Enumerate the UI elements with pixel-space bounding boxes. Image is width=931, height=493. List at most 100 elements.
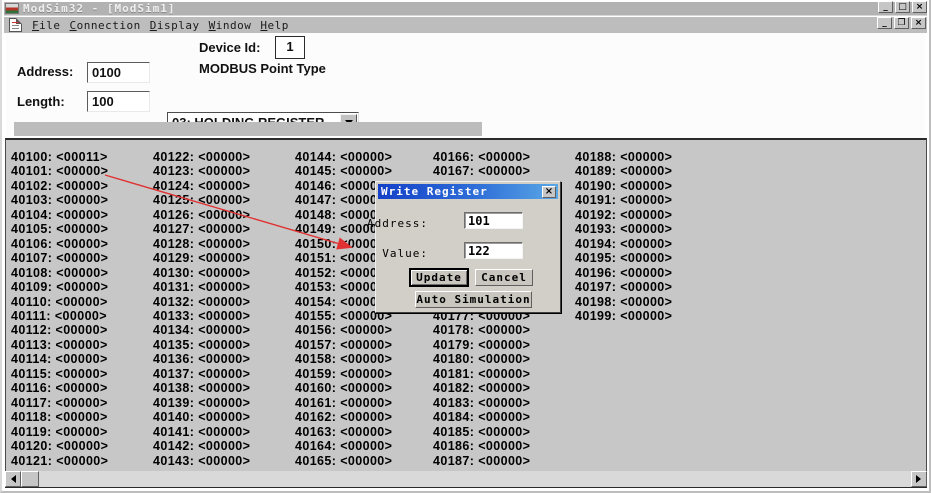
menu-display[interactable]: Display	[150, 19, 200, 32]
register-entry: 40109: <00000>	[11, 280, 108, 294]
register-entry: 40138: <00000>	[153, 381, 250, 395]
register-entry: 40165: <00000>	[295, 454, 392, 468]
register-entry: 40178: <00000>	[433, 323, 530, 337]
register-entry: 40135: <00000>	[153, 338, 250, 352]
register-entry: 40166: <00000>	[433, 150, 530, 164]
menu-file[interactable]: File	[32, 19, 61, 32]
register-entry: 40195: <00000>	[575, 251, 672, 265]
register-entry: 40128: <00000>	[153, 237, 250, 251]
register-entry: 40127: <00000>	[153, 222, 250, 236]
scroll-right-button[interactable]	[911, 471, 927, 487]
dialog-close-icon[interactable]: ×	[542, 186, 556, 198]
dialog-value-label: Value:	[348, 247, 428, 260]
register-entry: 40196: <00000>	[575, 266, 672, 280]
register-entry: 40122: <00000>	[153, 150, 250, 164]
register-entry: 40167: <00000>	[433, 164, 530, 178]
register-entry: 40192: <00000>	[575, 208, 672, 222]
register-entry: 40139: <00000>	[153, 396, 250, 410]
register-entry: 40145: <00000>	[295, 164, 392, 178]
register-entry: 40164: <00000>	[295, 439, 392, 453]
register-entry: 40182: <00000>	[433, 381, 530, 395]
register-entry: 40137: <00000>	[153, 367, 250, 381]
register-entry: 40115: <00000>	[11, 367, 108, 381]
register-entry: 40198: <00000>	[575, 295, 672, 309]
register-entry: 40101: <00000>	[11, 164, 108, 178]
cancel-button[interactable]: Cancel	[475, 269, 533, 286]
register-entry: 40111: <00000>	[11, 309, 108, 323]
register-entry: 40140: <00000>	[153, 410, 250, 424]
horizontal-scrollbar[interactable]	[5, 471, 927, 488]
scroll-left-button[interactable]	[5, 471, 21, 487]
toolbar-strip	[14, 122, 482, 136]
device-id-label: Device Id:	[199, 40, 260, 55]
register-entry: 40179: <00000>	[433, 338, 530, 352]
register-entry: 40129: <00000>	[153, 251, 250, 265]
register-column: 40188: <00000>40189: <00000>40190: <0000…	[575, 150, 672, 323]
register-entry: 40161: <00000>	[295, 396, 392, 410]
register-entry: 40194: <00000>	[575, 237, 672, 251]
register-entry: 40112: <00000>	[11, 323, 108, 337]
register-entry: 40144: <00000>	[295, 150, 392, 164]
register-entry: 40124: <00000>	[153, 179, 250, 193]
register-entry: 40186: <00000>	[433, 439, 530, 453]
dialog-address-field[interactable]: 101	[464, 212, 523, 229]
register-entry: 40133: <00000>	[153, 309, 250, 323]
menu-help[interactable]: Help	[260, 19, 289, 32]
write-register-dialog: Write Register × Address: 101 Value: 122…	[375, 181, 561, 313]
register-entry: 40117: <00000>	[11, 396, 108, 410]
register-entry: 40108: <00000>	[11, 266, 108, 280]
register-entry: 40110: <00000>	[11, 295, 108, 309]
register-entry: 40141: <00000>	[153, 425, 250, 439]
auto-simulation-button[interactable]: Auto Simulation	[415, 291, 532, 308]
register-entry: 40185: <00000>	[433, 425, 530, 439]
register-entry: 40126: <00000>	[153, 208, 250, 222]
title-bar: ModSim32 - [ModSim1]	[4, 2, 927, 16]
menu-connection[interactable]: Connection	[70, 19, 141, 32]
address-label: Address:	[17, 64, 73, 79]
register-entry: 40103: <00000>	[11, 193, 108, 207]
scrollbar-thumb[interactable]	[21, 471, 39, 487]
register-entry: 40125: <00000>	[153, 193, 250, 207]
document-icon[interactable]	[9, 18, 22, 32]
register-entry: 40160: <00000>	[295, 381, 392, 395]
register-entry: 40106: <00000>	[11, 237, 108, 251]
register-entry: 40187: <00000>	[433, 454, 530, 468]
register-entry: 40114: <00000>	[11, 352, 108, 366]
menu-window[interactable]: Window	[209, 19, 252, 32]
register-column: 40122: <00000>40123: <00000>40124: <0000…	[153, 150, 250, 468]
register-entry: 40159: <00000>	[295, 367, 392, 381]
menu-bar: File Connection Display Window Help	[4, 17, 927, 33]
dialog-value-field[interactable]: 122	[464, 242, 523, 259]
form-area: Device Id: 1 Address: 0100 MODBUS Point …	[6, 33, 925, 138]
register-entry: 40162: <00000>	[295, 410, 392, 424]
update-button[interactable]: Update	[410, 269, 468, 286]
maximize-button[interactable]: □	[895, 1, 910, 13]
register-entry: 40199: <00000>	[575, 309, 672, 323]
register-entry: 40190: <00000>	[575, 179, 672, 193]
register-entry: 40132: <00000>	[153, 295, 250, 309]
modsim32-window: ModSim32 - [ModSim1] _ □ × File Connecti…	[0, 0, 931, 493]
child-close-button[interactable]: ×	[911, 17, 926, 29]
register-entry: 40119: <00000>	[11, 425, 108, 439]
register-entry: 40184: <00000>	[433, 410, 530, 424]
address-field[interactable]: 0100	[87, 62, 150, 83]
arrow-right-icon	[916, 475, 925, 483]
scrollbar-track[interactable]	[39, 471, 911, 487]
register-entry: 40143: <00000>	[153, 454, 250, 468]
close-button[interactable]: ×	[912, 1, 927, 13]
app-icon	[5, 3, 19, 14]
register-entry: 40105: <00000>	[11, 222, 108, 236]
child-minimize-button[interactable]: _	[877, 17, 892, 29]
dialog-title: Write Register	[378, 185, 542, 198]
length-field[interactable]: 100	[87, 91, 150, 112]
register-entry: 40102: <00000>	[11, 179, 108, 193]
register-column: 40100: <00011>40101: <00000>40102: <0000…	[11, 150, 108, 468]
child-restore-button[interactable]: ❐	[894, 17, 909, 29]
dialog-title-bar[interactable]: Write Register ×	[378, 184, 558, 199]
minimize-button[interactable]: _	[878, 1, 893, 13]
device-id-field[interactable]: 1	[275, 36, 305, 59]
register-entry: 40120: <00000>	[11, 439, 108, 453]
register-entry: 40121: <00000>	[11, 454, 108, 468]
register-entry: 40123: <00000>	[153, 164, 250, 178]
register-entry: 40130: <00000>	[153, 266, 250, 280]
